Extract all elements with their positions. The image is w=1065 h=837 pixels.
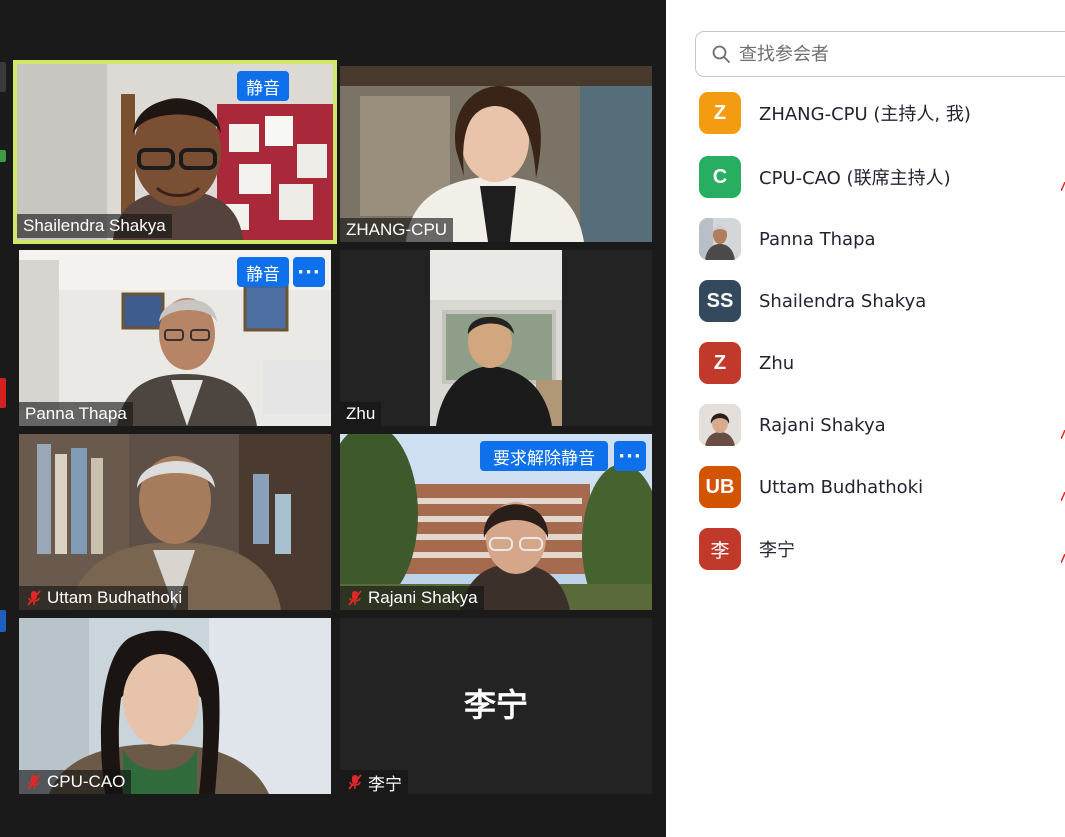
video-feed <box>340 250 652 426</box>
video-feed <box>19 618 331 794</box>
participant-name: CPU-CAO <box>47 772 126 791</box>
participant-name: 李宁 <box>368 774 402 794</box>
avatar: UB <box>699 466 741 508</box>
participants-panel: Z ZHANG-CPU (主持人, 我) C CPU-CAO (联席主持人) P… <box>666 0 1065 837</box>
participant-row[interactable]: 李 李宁 <box>699 526 1065 572</box>
participant-row[interactable]: Z ZHANG-CPU (主持人, 我) <box>699 90 1065 136</box>
ask-to-unmute-button[interactable]: 要求解除静音 <box>480 441 608 471</box>
video-tile-li-ning[interactable]: 李宁 李宁 <box>340 618 652 794</box>
participant-name-label: Panna Thapa <box>19 402 133 426</box>
participant-name: ZHANG-CPU (主持人, 我) <box>759 104 971 125</box>
mic-muted-icon <box>348 590 362 606</box>
video-tile-shailendra-shakya[interactable]: 静音 Shailendra Shakya <box>13 60 337 244</box>
participant-name: Zhu <box>759 352 795 374</box>
video-tile-rajani-shakya[interactable]: 要求解除静音 ··· Rajani Shakya <box>340 434 652 610</box>
mic-muted-icon <box>27 774 41 790</box>
video-tile-cpu-cao[interactable]: CPU-CAO <box>19 618 331 794</box>
participant-name: Zhu <box>346 404 376 423</box>
video-tile-panna-thapa[interactable]: 静音 ··· Panna Thapa <box>19 250 331 426</box>
participant-name-label: Zhu <box>340 402 382 426</box>
participant-name: CPU-CAO (联席主持人) <box>759 168 951 189</box>
mic-muted-icon <box>348 774 362 790</box>
background-window-edge <box>0 0 9 837</box>
participant-name-label: ZHANG-CPU <box>340 218 454 242</box>
mute-button[interactable]: 静音 <box>237 257 289 287</box>
search-icon <box>712 45 730 63</box>
video-tile-uttam-budhathoki[interactable]: Uttam Budhathoki <box>19 434 331 610</box>
participant-row[interactable]: Rajani Shakya <box>699 402 1065 448</box>
participant-name: Uttam Budhathoki <box>759 476 924 498</box>
video-feed <box>340 66 652 242</box>
avatar <box>699 404 741 446</box>
video-tile-zhu[interactable]: Zhu <box>340 250 652 426</box>
participant-row[interactable]: SS Shailendra Shakya <box>699 278 1065 324</box>
video-feed <box>19 434 331 610</box>
mute-button[interactable]: 静音 <box>237 71 289 101</box>
participant-name: Panna Thapa <box>759 228 876 250</box>
mic-muted-icon <box>27 590 41 606</box>
participant-name: Rajani Shakya <box>368 588 478 607</box>
mic-muted-icon <box>1060 424 1065 440</box>
participant-row[interactable]: Panna Thapa <box>699 216 1065 262</box>
participant-name-label: Shailendra Shakya <box>17 214 172 238</box>
participant-name-label: CPU-CAO <box>19 770 132 794</box>
participant-name: Rajani Shakya <box>759 414 886 436</box>
avatar: Z <box>699 342 741 384</box>
avatar: 李 <box>699 528 741 570</box>
participant-display-name: 李宁 <box>463 686 528 724</box>
participant-row[interactable]: UB Uttam Budhathoki <box>699 464 1065 510</box>
avatar: C <box>699 156 741 198</box>
avatar: SS <box>699 280 741 322</box>
video-gallery: 静音 Shailendra Shakya ZHANG-CPU 静音 ··· Pa… <box>0 0 666 837</box>
participant-row[interactable]: C CPU-CAO (联席主持人) <box>699 154 1065 200</box>
video-tile-zhang-cpu[interactable]: ZHANG-CPU <box>340 66 652 242</box>
participant-name: Shailendra Shakya <box>759 290 927 312</box>
participant-search-box[interactable] <box>695 31 1065 77</box>
mic-muted-icon <box>1060 486 1065 502</box>
participant-name-label: Uttam Budhathoki <box>19 586 189 610</box>
mic-muted-icon <box>1060 548 1065 564</box>
mic-muted-icon <box>1060 176 1065 192</box>
avatar <box>699 218 741 260</box>
participant-name-label: Rajani Shakya <box>340 586 484 610</box>
participant-name: Panna Thapa <box>25 404 127 423</box>
participant-name: ZHANG-CPU <box>346 220 448 239</box>
participant-name: 李宁 <box>759 540 795 561</box>
more-options-button[interactable]: ··· <box>293 257 325 287</box>
participant-search-input[interactable] <box>737 42 1041 66</box>
avatar: Z <box>699 92 741 134</box>
participant-name: Shailendra Shakya <box>23 216 166 235</box>
participant-name: Uttam Budhathoki <box>47 588 183 607</box>
participant-row[interactable]: Z Zhu <box>699 340 1065 386</box>
participant-name-label: 李宁 <box>340 770 408 794</box>
more-options-button[interactable]: ··· <box>614 441 646 471</box>
